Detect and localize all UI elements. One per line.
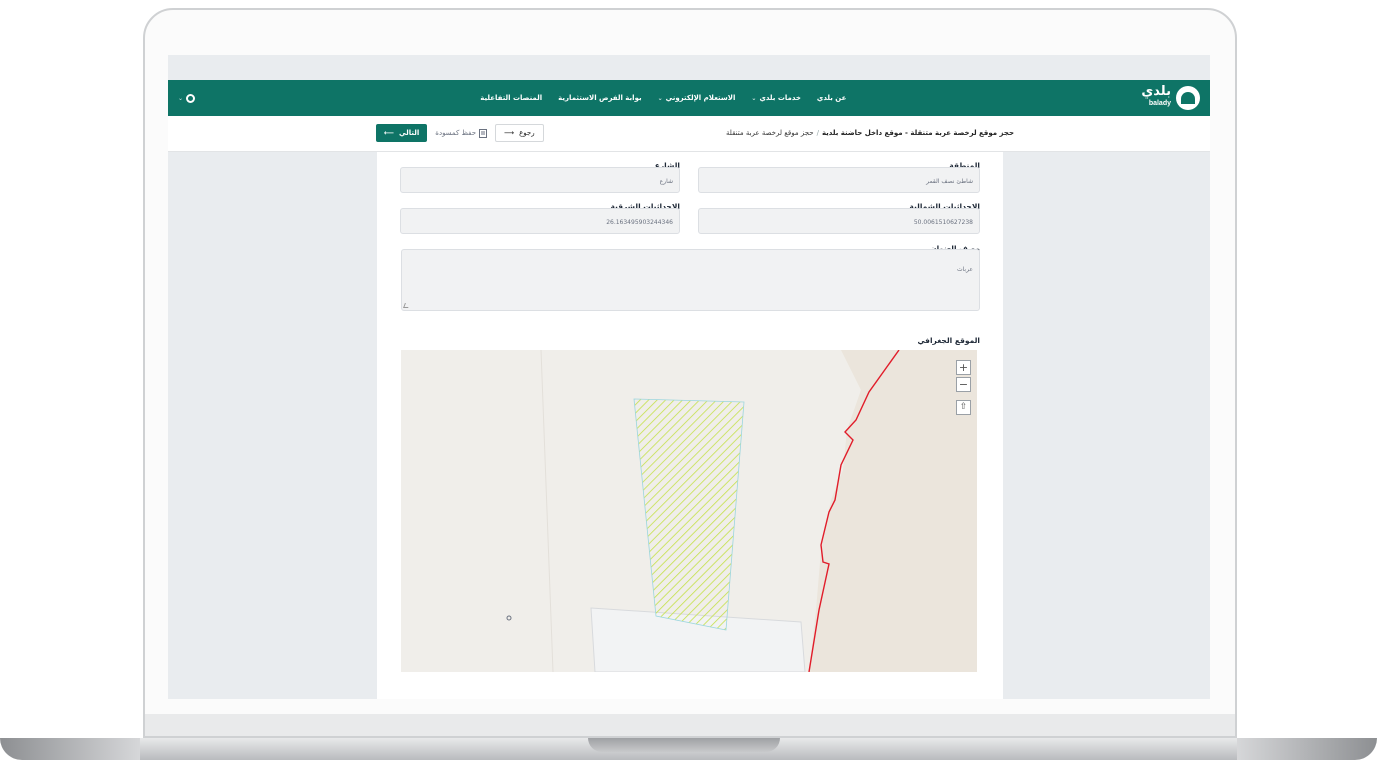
- form-panel: المنطقة شاطئ نصف القمر الشارع شارع الاحد…: [377, 152, 1003, 699]
- page-subheader: حجز موقع لرخصة عربة متنقلة - موقع داخل ح…: [168, 116, 1210, 152]
- logo-wordmark: بلدي balady: [1141, 84, 1171, 110]
- nav-platforms[interactable]: المنصات التفاعلية: [480, 94, 542, 102]
- locate-button[interactable]: ⇧: [956, 400, 971, 415]
- east-coordinate-value: 26.163495903244346: [606, 219, 673, 226]
- north-coordinate-field[interactable]: 50.0061510627238: [698, 208, 980, 234]
- page-actions: رجوع ⟶ حفظ كمسودة التالي ⟵: [376, 124, 544, 142]
- base-notch: [588, 738, 780, 752]
- chevron-down-icon: ⌄: [657, 94, 663, 102]
- breadcrumb-separator: /: [816, 129, 819, 137]
- zoom-out-button[interactable]: −: [956, 377, 971, 392]
- user-menu[interactable]: ⌄: [178, 93, 196, 103]
- address-description-textarea[interactable]: عربات: [401, 249, 980, 311]
- logo-subtext: balady: [1148, 100, 1171, 107]
- screen-bezel: [145, 714, 1235, 736]
- user-icon: [186, 93, 196, 103]
- nav-investment[interactable]: بوابة الفرص الاستثمارية: [558, 94, 641, 102]
- base-edge-right: [1237, 738, 1377, 760]
- street-field[interactable]: شارع: [400, 167, 680, 193]
- map-canvas[interactable]: [401, 350, 977, 672]
- arrow-right-icon: ⟶: [504, 129, 515, 137]
- save-draft-label: حفظ كمسودة: [435, 129, 477, 137]
- geo-location-label: الموقع الجغرافي: [917, 336, 980, 345]
- nav-inquiry[interactable]: الاستعلام الإلكتروني ⌄: [658, 94, 736, 102]
- base-edge-left: [0, 738, 140, 760]
- breadcrumb-link[interactable]: حجز موقع لرخصة عربة متنقلة: [726, 129, 814, 137]
- chevron-down-icon: ⌄: [751, 94, 757, 102]
- logo-text: بلدي: [1141, 84, 1171, 99]
- main-nav: عن بلدي خدمات بلدي ⌄ الاستعلام الإلكتروني…: [480, 94, 846, 102]
- location-map[interactable]: + − ⇧: [401, 350, 977, 672]
- north-coordinate-value: 50.0061510627238: [913, 219, 973, 226]
- address-description-value: عربات: [956, 266, 973, 273]
- east-coordinate-field[interactable]: 26.163495903244346: [400, 208, 680, 234]
- nav-services[interactable]: خدمات بلدي ⌄: [751, 94, 801, 102]
- region-field[interactable]: شاطئ نصف القمر: [698, 167, 980, 193]
- arrow-left-icon: ⟵: [384, 129, 395, 137]
- breadcrumb: حجز موقع لرخصة عربة متنقلة - موقع داخل ح…: [726, 129, 1014, 137]
- laptop-base: [0, 738, 1377, 760]
- top-navigation: بلدي balady عن بلدي خدمات بلدي ⌄ الاستعلا…: [168, 80, 1210, 116]
- zoom-in-button[interactable]: +: [956, 360, 971, 375]
- document-icon: [479, 128, 488, 138]
- browser-screen: بلدي balady عن بلدي خدمات بلدي ⌄ الاستعلا…: [168, 55, 1210, 699]
- palm-logo-icon: [1176, 86, 1200, 110]
- back-label: رجوع: [519, 129, 535, 137]
- back-button[interactable]: رجوع ⟶: [495, 124, 544, 142]
- region-value: شاطئ نصف القمر: [926, 178, 973, 185]
- resize-grip-icon[interactable]: [403, 303, 410, 308]
- page-title: حجز موقع لرخصة عربة متنقلة - موقع داخل ح…: [821, 129, 1014, 137]
- save-draft-button[interactable]: حفظ كمسودة: [435, 128, 488, 138]
- chevron-down-icon: ⌄: [178, 94, 184, 102]
- next-label: التالي: [399, 129, 420, 137]
- nav-about[interactable]: عن بلدي: [817, 94, 846, 102]
- next-button[interactable]: التالي ⟵: [376, 124, 428, 142]
- balady-logo[interactable]: بلدي balady: [1141, 84, 1200, 110]
- street-value: شارع: [659, 178, 673, 185]
